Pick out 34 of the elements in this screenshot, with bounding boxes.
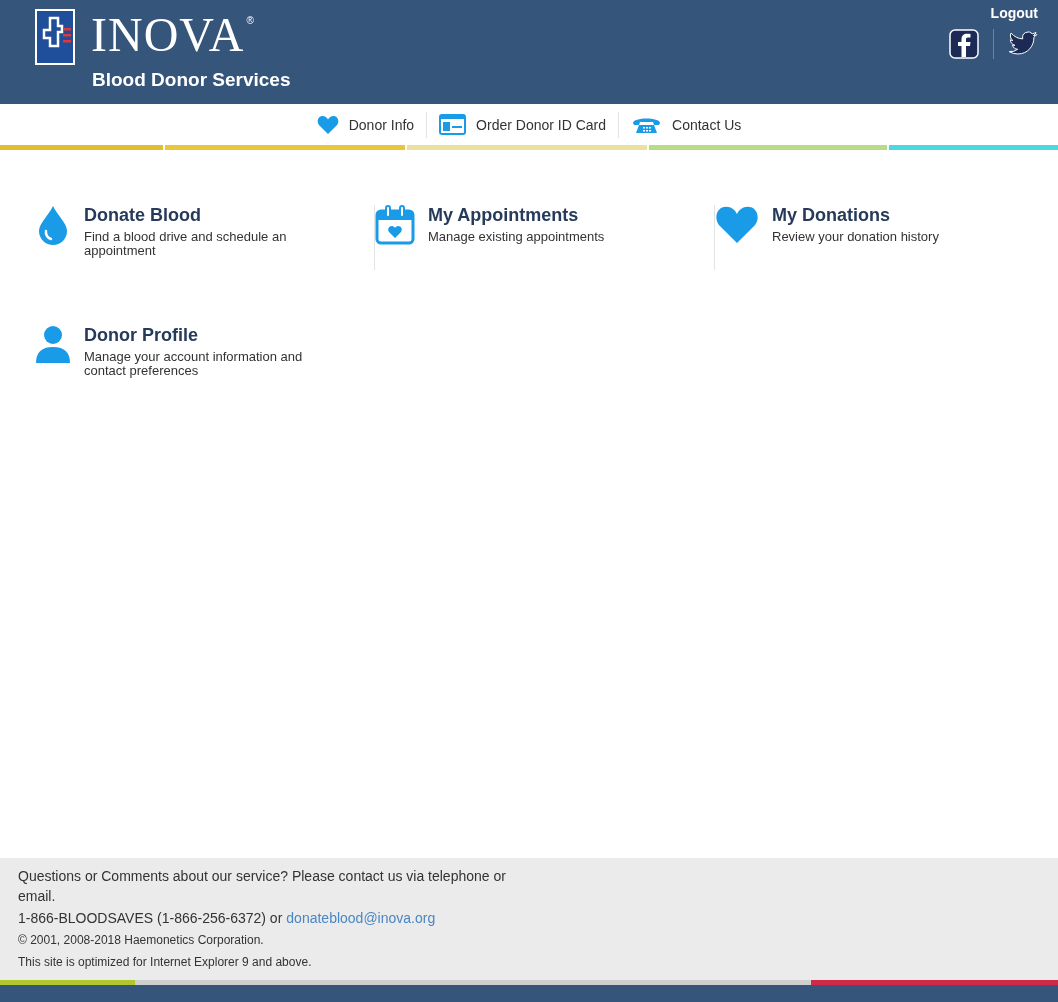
menu-tile[interactable]: Donor Profile Manage your account information and contact preferences — [35, 325, 375, 390]
logo-subtitle: Blood Donor Services — [92, 69, 291, 91]
copyright-text: © 2001, 2008-2018 Haemonetics Corporation. — [18, 932, 265, 949]
nav-link-label: Donor Info — [348, 116, 415, 133]
heart-icon — [715, 205, 759, 243]
phone-number: 1-866-BLOODSAVES (1-866-256-6372) or — [18, 909, 283, 928]
tile-description: Find a blood drive and schedule an appointment — [84, 230, 288, 258]
tile-title: Donor Profile — [84, 325, 199, 346]
contact-question: Questions or Comments about our service? Please contact us via telephone or email. — [18, 867, 507, 906]
nav-link[interactable]: Contact Us — [618, 111, 754, 138]
nav-link[interactable]: Donor Info — [304, 111, 427, 138]
tile-description: Manage your account information and contact preferences — [84, 350, 304, 378]
tile-title: Donate Blood — [84, 205, 202, 226]
calendar-heart-icon — [375, 205, 415, 245]
menu-tile[interactable]: Donate Blood Find a blood drive and schedule an appointment — [35, 205, 375, 270]
logo-wordmark: INOVA — [91, 9, 245, 61]
nav-link-label: Order Donor ID Card — [476, 116, 607, 133]
tile-description: Manage existing appointments — [428, 230, 605, 244]
bird-icon[interactable] — [1008, 31, 1038, 57]
registered-mark: ® — [246, 15, 254, 26]
person-icon — [35, 325, 71, 365]
menu-tile[interactable]: My Appointments Manage existing appointments — [375, 205, 715, 270]
nav-link-label: Contact Us — [672, 116, 742, 133]
logout-link[interactable]: Logout — [990, 5, 1038, 21]
menu-tile[interactable]: My Donations Review your donation history — [715, 205, 1055, 270]
tile-title: My Donations — [772, 205, 891, 226]
logo-cross-icon — [35, 9, 75, 65]
nav-link[interactable]: Order Donor ID Card — [426, 111, 619, 138]
heart-icon — [316, 115, 339, 134]
id-card-icon — [439, 114, 467, 135]
facebook-icon[interactable] — [949, 29, 979, 59]
tile-description: Review your donation history — [772, 230, 939, 244]
tile-title: My Appointments — [428, 205, 580, 226]
browser-note: This site is optimized for Internet Explorer 9 and above. — [18, 954, 313, 971]
